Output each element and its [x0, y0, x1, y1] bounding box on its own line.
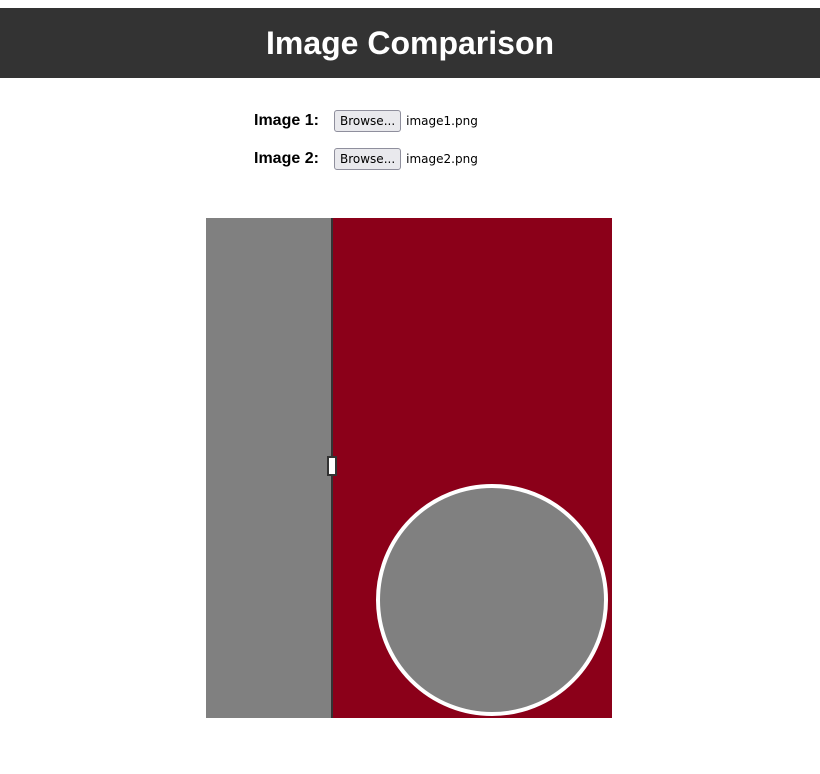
page-header: Image Comparison — [0, 8, 820, 78]
image1-label: Image 1: — [254, 112, 319, 129]
image2-browse-button[interactable]: Browse... — [334, 148, 402, 170]
image1-browse-button[interactable]: Browse... — [334, 110, 402, 132]
slider-handle[interactable] — [327, 456, 337, 476]
image1-layer — [206, 218, 332, 718]
page-title: Image Comparison — [265, 24, 555, 61]
image2-input-row: Image 2: Browse... image2.png — [254, 147, 478, 171]
image2-label: Image 2: — [254, 150, 319, 167]
image1-input-row: Image 1: Browse... image1.png — [254, 109, 478, 133]
image2-circle — [376, 484, 608, 716]
image2-file-name: image2.png — [406, 152, 478, 166]
image-comparison-viewer[interactable] — [206, 218, 612, 718]
image1-file-name: image1.png — [406, 114, 478, 128]
